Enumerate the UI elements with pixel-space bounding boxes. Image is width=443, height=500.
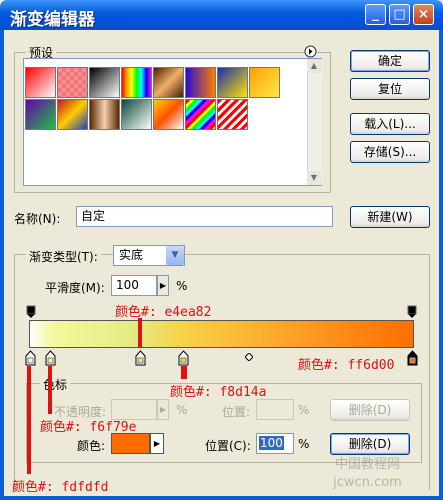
preset-swatch[interactable] [25,67,56,98]
save-button[interactable]: 存储(S)... [350,141,430,163]
smoothness-label: 平滑度(M): [45,281,105,295]
annotation-f6f79e: 颜色#: f6f79e [40,420,137,435]
arrow-right-icon[interactable]: ▶ [150,433,164,454]
maximize-button[interactable]: □ [389,4,410,25]
location-label: 位置(C): [205,439,251,453]
delete-button[interactable]: 删除(D) [330,433,410,455]
circle-arrow-right-icon[interactable] [304,45,317,58]
gradient-bar[interactable] [29,320,414,348]
midpoint-diamond-icon[interactable] [244,350,254,362]
preset-swatch[interactable] [89,99,120,130]
annotation-ff6d00: 颜色#: ff6d00 [298,358,395,373]
arrow-right-icon: ▶ [157,399,169,420]
preset-swatch[interactable] [185,99,216,130]
scroll-down-icon[interactable]: ▼ [307,171,321,185]
window-frame-right [439,30,443,500]
color-stop-selected[interactable] [407,350,418,366]
preset-swatch[interactable] [121,67,152,98]
watermark: 中国教程网 jcwcn.com [333,457,402,490]
location-value: 100 [259,436,284,450]
window-title: 渐变编辑器 [10,10,95,30]
gradient-type-value: 实底 [119,248,144,262]
location-input[interactable]: 100 [256,433,294,454]
smoothness-unit: % [176,279,188,293]
annotation-fdfdfd: 颜色#: fdfdfd [12,480,109,495]
preset-swatch[interactable] [217,99,248,130]
opacity-unit: % [176,403,188,417]
close-button[interactable]: × [413,4,434,25]
arrow-right-icon[interactable]: ▶ [157,275,169,296]
window-frame-bottom [0,496,443,500]
load-button[interactable]: 载入(L)... [350,113,430,135]
name-input[interactable]: 自定 [76,206,333,227]
stops-label: 色标 [40,376,71,393]
window-frame-left [0,30,4,500]
annotation-marker [138,318,142,348]
preset-swatch[interactable] [57,67,88,98]
name-label: 名称(N): [14,212,61,226]
opacity-location-input [256,399,294,420]
annotation-e4ea82: 颜色#: e4ea82 [115,305,212,320]
preset-swatch[interactable] [89,67,120,98]
smoothness-input[interactable]: 100 [111,275,157,296]
preset-swatch[interactable] [153,67,184,98]
preset-swatch[interactable] [57,99,88,130]
color-stop[interactable] [135,350,146,366]
chevron-down-icon[interactable]: ▼ [166,246,184,265]
annotation-marker [181,366,187,379]
preset-scrollbar[interactable] [307,59,322,185]
delete-opacity-button: 删除(D) [330,399,410,421]
gradient-type-label: 渐变类型(T): [26,248,101,265]
opacity-location-unit: % [298,403,310,417]
opacity-stop-right[interactable] [407,305,417,318]
color-stop[interactable] [178,350,189,366]
reset-button[interactable]: 复位 [350,78,430,100]
color-label: 颜色: [77,439,106,453]
ok-button[interactable]: 确定 [350,50,430,72]
annotation-marker [27,366,31,474]
preset-swatch[interactable] [249,67,280,98]
preset-swatch[interactable] [25,99,56,130]
color-stop[interactable] [45,350,56,366]
location-unit: % [298,437,310,451]
opacity-stop-left[interactable] [26,305,36,318]
preset-swatch[interactable] [217,67,248,98]
color-stop[interactable] [25,350,36,366]
preset-swatch[interactable] [185,67,216,98]
annotation-f8d14a: 颜色#: f8d14a [170,385,267,400]
preset-swatch[interactable] [121,99,152,130]
preset-swatch[interactable] [153,99,184,130]
color-swatch[interactable] [111,433,150,454]
scroll-up-icon[interactable]: ▲ [307,59,321,73]
new-button[interactable]: 新建(W) [350,206,430,228]
opacity-location-label: 位置: [222,405,251,419]
minimize-button[interactable]: _ [365,4,386,25]
annotation-marker [48,366,52,414]
